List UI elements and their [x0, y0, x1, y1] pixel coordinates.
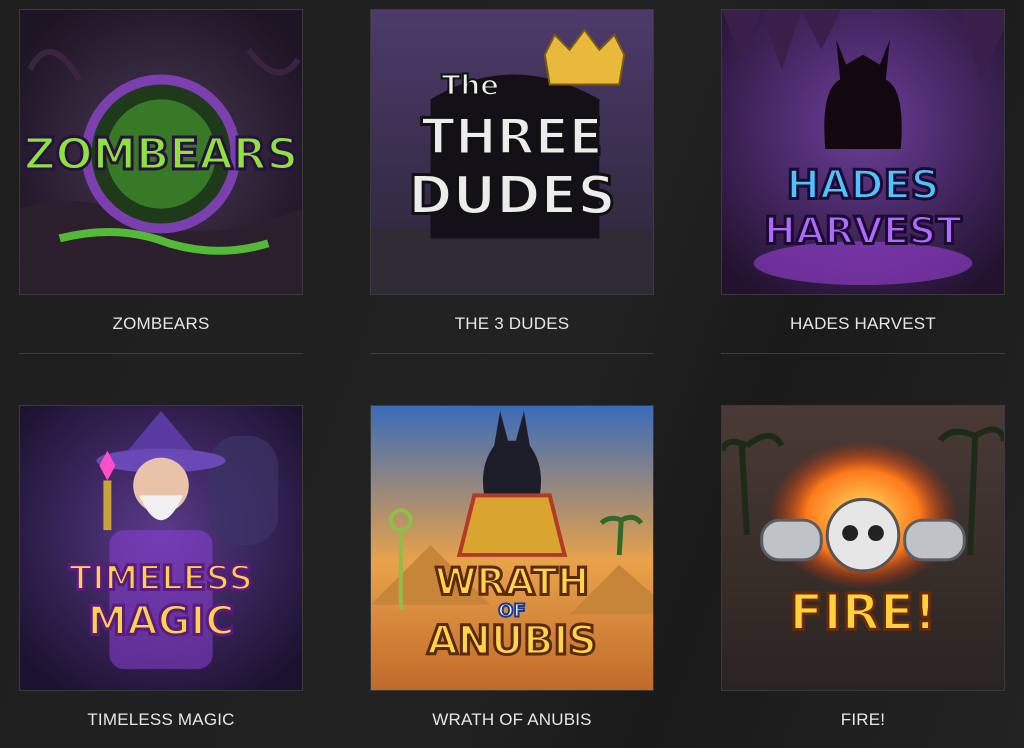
game-title-hades-harvest[interactable]: HADES HARVEST	[721, 314, 1005, 334]
fire-logo-text: FIRE!	[789, 583, 936, 641]
zombears-artwork: ZOMBEARS	[20, 10, 302, 294]
game-thumbnail-hades-harvest[interactable]: HADES HARVEST	[721, 9, 1005, 295]
game-title-three-dudes[interactable]: THE 3 DUDES	[370, 314, 654, 334]
timeless-magic-artwork: TIMELESS MAGIC	[20, 406, 302, 690]
hades-harvest-logo-harvest: HARVEST	[764, 208, 962, 252]
wrath-of-anubis-artwork: WRATH OF ANUBIS	[371, 406, 653, 690]
game-thumbnail-zombears[interactable]: ZOMBEARS	[19, 9, 303, 295]
divider	[19, 353, 303, 354]
cannon-left-icon	[760, 518, 823, 562]
hades-harvest-artwork: HADES HARVEST	[722, 10, 1004, 294]
timeless-magic-logo-magic: MAGIC	[88, 598, 235, 644]
zombears-logo-text: ZOMBEARS	[24, 129, 298, 180]
anubis-logo-wrath: WRATH	[435, 560, 589, 604]
game-thumbnail-timeless-magic[interactable]: TIMELESS MAGIC	[19, 405, 303, 691]
hades-harvest-logo-hades: HADES	[787, 163, 940, 209]
cannon-right-icon	[903, 518, 966, 562]
game-title-wrath-of-anubis[interactable]: WRATH OF ANUBIS	[370, 710, 654, 730]
three-dudes-logo-three: THREE	[421, 108, 602, 166]
game-thumbnail-wrath-of-anubis[interactable]: WRATH OF ANUBIS	[370, 405, 654, 691]
game-grid: ZOMBEARS ZOMBEARS The THREE DUDES THE 3 …	[0, 0, 1024, 748]
skull-icon	[825, 497, 901, 573]
game-thumbnail-three-dudes[interactable]: The THREE DUDES	[370, 9, 654, 295]
crown-icon	[543, 28, 626, 86]
game-thumbnail-fire[interactable]: FIRE!	[721, 405, 1005, 691]
divider	[721, 353, 1005, 354]
anubis-logo-anubis: ANUBIS	[427, 618, 597, 664]
game-title-zombears[interactable]: ZOMBEARS	[19, 314, 303, 334]
three-dudes-logo-the: The	[441, 68, 499, 101]
three-dudes-artwork: The THREE DUDES	[371, 10, 653, 294]
game-title-timeless-magic[interactable]: TIMELESS MAGIC	[19, 710, 303, 730]
timeless-magic-logo-timeless: TIMELESS	[69, 559, 253, 598]
fire-artwork: FIRE!	[722, 406, 1004, 690]
game-title-fire[interactable]: FIRE!	[721, 710, 1005, 730]
divider	[370, 353, 654, 354]
three-dudes-logo-dudes: DUDES	[408, 164, 616, 227]
